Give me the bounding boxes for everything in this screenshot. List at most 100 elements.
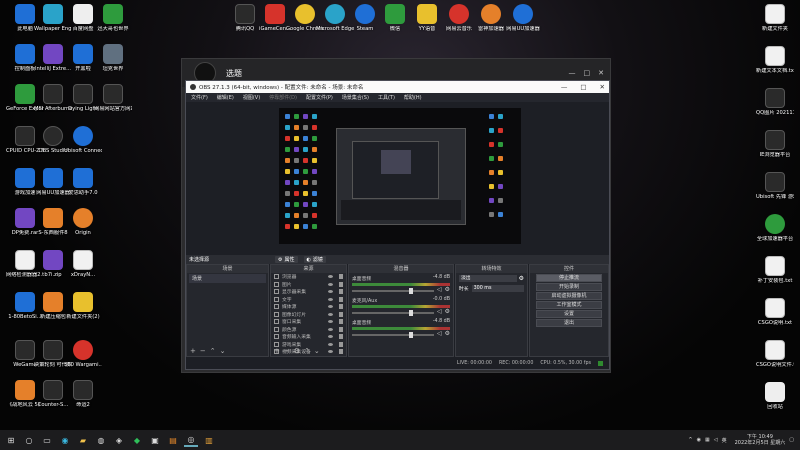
clock[interactable]: 下午 10:49 2022年2月5日 星期六 <box>735 434 786 446</box>
eye-icon[interactable] <box>328 312 333 316</box>
slider-handle[interactable] <box>409 331 414 338</box>
menu-help[interactable]: 帮助(H) <box>404 94 422 101</box>
ime-language[interactable]: 英 <box>722 437 727 444</box>
gear-icon[interactable]: ⚙ <box>445 286 450 293</box>
notification-icon[interactable]: ▢ <box>789 437 794 443</box>
eye-icon[interactable] <box>328 282 333 286</box>
obs-titlebar[interactable]: OBS 27.1.3 (64-bit, windows) - 配置文件: 未命名… <box>186 81 609 93</box>
desktop-icon[interactable]: 网易UU加速器 <box>504 4 542 32</box>
menu-file[interactable]: 文件(F) <box>191 94 208 101</box>
gear-icon[interactable]: ⚙ <box>445 308 450 315</box>
desktop-icon[interactable]: IE浏览器平台 <box>756 130 794 158</box>
source-settings-button[interactable]: ⚙ <box>294 347 300 355</box>
desktop-icon[interactable]: 360 Wargami... <box>64 340 102 368</box>
obs-maximize-button[interactable]: □ <box>580 83 586 91</box>
app-icon[interactable]: ▥ <box>202 433 216 447</box>
maximize-button[interactable]: □ <box>584 69 591 77</box>
start-recording-button[interactable]: 开始录制 <box>536 283 602 291</box>
desktop-icon[interactable]: Ubisoft 先锋 游戏平台 <box>756 172 794 200</box>
remove-scene-button[interactable]: − <box>200 347 206 355</box>
wechat-icon[interactable]: ◆ <box>130 433 144 447</box>
transition-select[interactable]: 淡出 <box>459 275 517 282</box>
eye-icon[interactable] <box>328 320 333 324</box>
desktop-icon[interactable]: 坦克世界 <box>94 44 132 72</box>
volume-icon[interactable]: ◁ <box>714 437 718 443</box>
source-item[interactable]: 音频输入采集 <box>271 333 346 341</box>
desktop-icon[interactable]: 命运2 <box>64 380 102 408</box>
obs-window[interactable]: OBS 27.1.3 (64-bit, windows) - 配置文件: 未命名… <box>185 80 610 370</box>
obs-running-icon[interactable]: ◎ <box>184 433 198 447</box>
menu-edit[interactable]: 编辑(E) <box>217 94 234 101</box>
move-up-button[interactable]: ⌃ <box>304 347 310 355</box>
desktop-icon[interactable]: QQ图片 202111O2... <box>756 88 794 116</box>
eye-icon[interactable] <box>328 290 333 294</box>
properties-button[interactable]: ⚙ 属性 <box>275 256 298 263</box>
menu-tools[interactable]: 工具(T) <box>378 94 395 101</box>
eye-icon[interactable] <box>328 327 333 331</box>
lock-icon[interactable] <box>339 349 343 355</box>
volume-slider[interactable] <box>352 309 434 316</box>
speaker-icon[interactable]: ◁ <box>437 308 442 315</box>
source-item[interactable]: 图像幻灯片 <box>271 311 346 319</box>
lock-icon[interactable] <box>339 341 343 347</box>
desktop-icon[interactable]: Origin <box>64 208 102 236</box>
move-up-button[interactable]: ⌃ <box>210 347 216 355</box>
lock-icon[interactable] <box>339 326 343 332</box>
minimize-button[interactable]: — <box>569 69 576 77</box>
lock-icon[interactable] <box>339 296 343 302</box>
eye-icon[interactable] <box>328 335 333 339</box>
network-icon[interactable]: ▦ <box>705 437 710 443</box>
eye-icon[interactable] <box>328 305 333 309</box>
source-item[interactable]: 窗口采集 <box>271 318 346 326</box>
move-down-button[interactable]: ⌄ <box>314 347 320 355</box>
studio-mode-button[interactable]: 工作室模式 <box>536 301 602 309</box>
lock-icon[interactable] <box>339 304 343 310</box>
start-virtual-camera-button[interactable]: 启动虚拟摄像机 <box>536 292 602 300</box>
tray-app-icon[interactable]: ◉ <box>697 437 701 443</box>
add-source-button[interactable]: + <box>274 347 280 355</box>
volume-slider[interactable] <box>352 331 434 338</box>
desktop-icon[interactable]: CSGO说明文件.txt <box>756 340 794 368</box>
steam-icon[interactable]: ◈ <box>112 433 126 447</box>
source-item[interactable]: 显示器采集 <box>271 288 346 296</box>
lock-icon[interactable] <box>339 274 343 280</box>
desktop-icon[interactable]: CSGO说明.txt <box>756 298 794 326</box>
slider-handle[interactable] <box>409 309 414 316</box>
menu-scene-collection[interactable]: 场景集合(S) <box>342 94 369 101</box>
tray-chevron-icon[interactable]: ^ <box>688 437 692 443</box>
desktop-icon[interactable]: 爱思助手7.0 <box>64 168 102 196</box>
menu-profile[interactable]: 配置文件(P) <box>306 94 333 101</box>
source-item[interactable]: 颜色源 <box>271 326 346 334</box>
transition-settings-gear-icon[interactable]: ⚙ <box>519 275 524 282</box>
remove-source-button[interactable]: − <box>284 347 290 355</box>
task-view-icon[interactable]: ▭ <box>40 433 54 447</box>
edge-icon[interactable]: ◉ <box>58 433 72 447</box>
game-icon[interactable]: ▤ <box>166 433 180 447</box>
eye-icon[interactable] <box>328 342 333 346</box>
desktop-icon[interactable]: 迅大哥也世界 <box>94 4 132 32</box>
lock-icon[interactable] <box>339 289 343 295</box>
source-item[interactable]: 媒体源 <box>271 303 346 311</box>
menu-view[interactable]: 视图(V) <box>243 94 260 101</box>
lock-icon[interactable] <box>339 334 343 340</box>
desktop-icon[interactable]: xDrayN... <box>64 250 102 278</box>
desktop-icon[interactable]: Ubisoft Connect <box>64 126 102 154</box>
desktop-icon[interactable]: 全球加速器平台 <box>756 214 794 242</box>
gear-icon[interactable]: ⚙ <box>445 330 450 337</box>
lock-icon[interactable] <box>339 319 343 325</box>
lock-icon[interactable] <box>339 281 343 287</box>
speaker-icon[interactable]: ◁ <box>437 286 442 293</box>
filters-button[interactable]: ◐ 滤镜 <box>303 256 326 263</box>
obs-close-button[interactable]: ✕ <box>600 83 605 91</box>
source-item[interactable]: 浏览器 <box>271 273 346 281</box>
close-button[interactable]: ✕ <box>598 69 604 77</box>
settings-button[interactable]: 设置 <box>536 310 602 318</box>
eye-icon[interactable] <box>328 297 333 301</box>
menu-docks[interactable]: 停靠部件(D) <box>269 94 297 101</box>
folder-icon[interactable]: ▰ <box>76 433 90 447</box>
desktop-icon[interactable]: 新建文件夹 <box>756 4 794 32</box>
windows-start-icon[interactable]: ⊞ <box>4 433 18 447</box>
eye-icon[interactable] <box>328 275 333 279</box>
obs-task-icon[interactable]: ◍ <box>94 433 108 447</box>
duration-input[interactable]: 300 ms <box>471 285 524 292</box>
